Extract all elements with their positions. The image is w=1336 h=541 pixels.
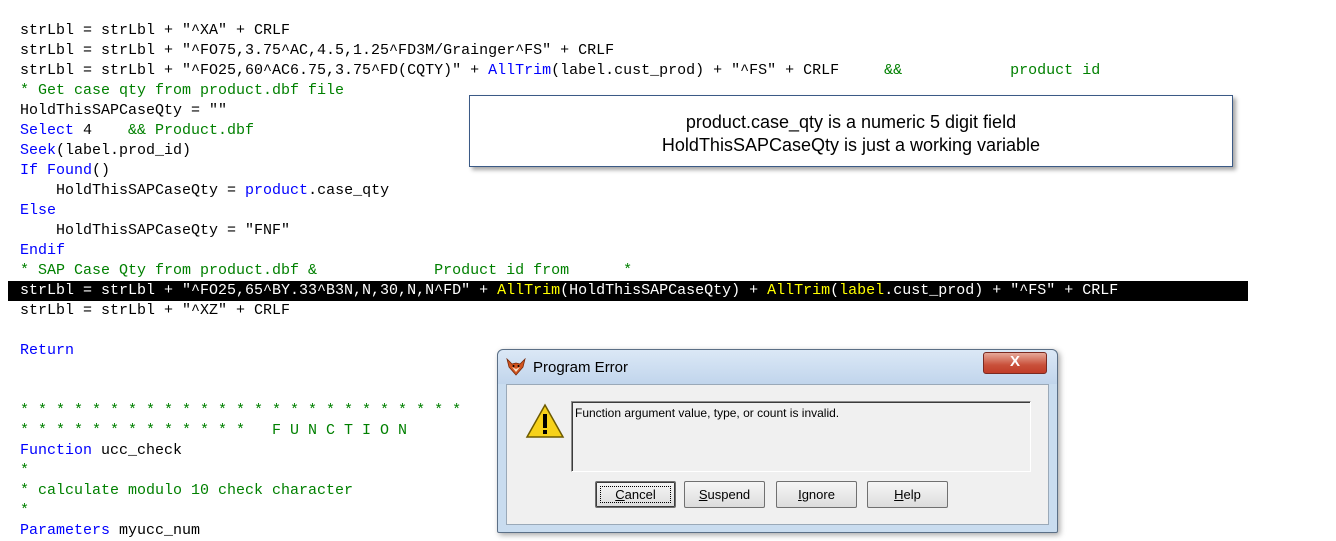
- code-token: HoldThisSAPCaseQty = "": [20, 102, 228, 119]
- code-token: * Get case qty from product.dbf file: [20, 82, 345, 99]
- code-token: AllTrim: [488, 62, 552, 79]
- code-token: Endif: [20, 242, 66, 259]
- code-token: && product id: [884, 62, 1101, 79]
- code-token: myucc_num: [110, 522, 201, 539]
- code-token: If Found: [20, 162, 93, 179]
- code-token: .case_qty: [308, 182, 390, 199]
- suspend-button[interactable]: Suspend: [684, 481, 765, 508]
- code-token: * calculate modulo 10 check character: [20, 482, 354, 499]
- cancel-button[interactable]: Cancel: [595, 481, 676, 508]
- callout-line-2: HoldThisSAPCaseQty is just a working var…: [661, 135, 1041, 155]
- code-token: Return: [20, 342, 75, 359]
- code-token: strLbl = strLbl + "^XZ" + CRLF: [20, 302, 291, 319]
- code-line[interactable]: HoldThisSAPCaseQty = "FNF": [8, 221, 1248, 241]
- ignore-button[interactable]: Ignore: [776, 481, 857, 508]
- code-token: HoldThisSAPCaseQty = "FNF": [20, 222, 291, 239]
- code-token: (label.cust_prod) + "^FS" + CRLF: [551, 62, 885, 79]
- annotation-callout: product.case_qty is a numeric 5 digit fi…: [469, 95, 1233, 167]
- dialog-titlebar[interactable]: Program Error X: [498, 350, 1057, 384]
- code-line[interactable]: Endif: [8, 241, 1248, 261]
- code-line[interactable]: Else: [8, 201, 1248, 221]
- code-token: HoldThisSAPCaseQty =: [20, 182, 246, 199]
- code-line[interactable]: [8, 321, 1248, 341]
- code-token: (): [92, 162, 111, 179]
- code-token: .cust_prod) + "^FS" + CRLF: [884, 282, 1119, 299]
- ignore-label: gnore: [801, 487, 835, 502]
- suspend-label: uspend: [707, 487, 751, 502]
- code-token: *: [20, 502, 30, 519]
- error-message: Function argument value, type, or count …: [571, 401, 1031, 472]
- close-button[interactable]: X: [983, 352, 1047, 374]
- code-token: * * * * * * * * * * * * * F U N C T I O …: [20, 422, 408, 439]
- code-line[interactable]: strLbl = strLbl + "^XA" + CRLF: [8, 21, 1248, 41]
- code-token: Seek: [20, 142, 57, 159]
- dialog-body: Function argument value, type, or count …: [506, 384, 1049, 525]
- code-token: AllTrim: [497, 282, 561, 299]
- code-token: product: [245, 182, 309, 199]
- code-token: label: [839, 282, 885, 299]
- help-button[interactable]: Help: [867, 481, 948, 508]
- code-token: strLbl = strLbl + "^FO25,60^AC6.75,3.75^…: [20, 62, 489, 79]
- fox-icon: [506, 358, 526, 376]
- code-token: 4: [74, 122, 129, 139]
- code-token: && Product.dbf: [128, 122, 255, 139]
- code-line[interactable]: strLbl = strLbl + "^XZ" + CRLF: [8, 301, 1248, 321]
- code-token: (HoldThisSAPCaseQty) +: [560, 282, 768, 299]
- warning-icon: [525, 403, 565, 438]
- code-token: * * * * * * * * * * * * * * * * * * * * …: [20, 402, 462, 419]
- code-token: strLbl = strLbl + "^FO75,3.75^AC,4.5,1.2…: [20, 42, 615, 59]
- code-line-selected[interactable]: strLbl = strLbl + "^FO25,65^BY.33^B3N,N,…: [8, 281, 1248, 301]
- dialog-title: Program Error: [533, 359, 629, 376]
- code-token: (label.prod_id): [56, 142, 192, 159]
- code-token: strLbl = strLbl + "^FO25,65^BY.33^B3N,N,…: [20, 282, 498, 299]
- code-token: ucc_check: [92, 442, 183, 459]
- help-accel: H: [894, 487, 904, 502]
- code-line[interactable]: strLbl = strLbl + "^FO75,3.75^AC,4.5,1.2…: [8, 41, 1248, 61]
- code-token: Select: [20, 122, 75, 139]
- code-token: Else: [20, 202, 57, 219]
- code-token: AllTrim: [767, 282, 831, 299]
- code-line[interactable]: strLbl = strLbl + "^FO25,60^AC6.75,3.75^…: [8, 61, 1248, 81]
- code-token: Parameters: [20, 522, 111, 539]
- program-error-dialog: Program Error X Function argument value,…: [497, 349, 1058, 533]
- suspend-accel: S: [698, 487, 708, 502]
- code-token: *: [20, 462, 30, 479]
- code-token: * SAP Case Qty from product.dbf & Produc…: [20, 262, 633, 279]
- code-token: strLbl = strLbl + "^XA" + CRLF: [20, 22, 291, 39]
- code-token: (: [830, 282, 840, 299]
- code-line[interactable]: HoldThisSAPCaseQty = product.case_qty: [8, 181, 1248, 201]
- help-label: elp: [903, 487, 921, 502]
- callout-line-1: product.case_qty is a numeric 5 digit fi…: [685, 112, 1017, 132]
- code-line[interactable]: * SAP Case Qty from product.dbf & Produc…: [8, 261, 1248, 281]
- code-token: Function: [20, 442, 93, 459]
- close-icon: X: [1009, 353, 1020, 370]
